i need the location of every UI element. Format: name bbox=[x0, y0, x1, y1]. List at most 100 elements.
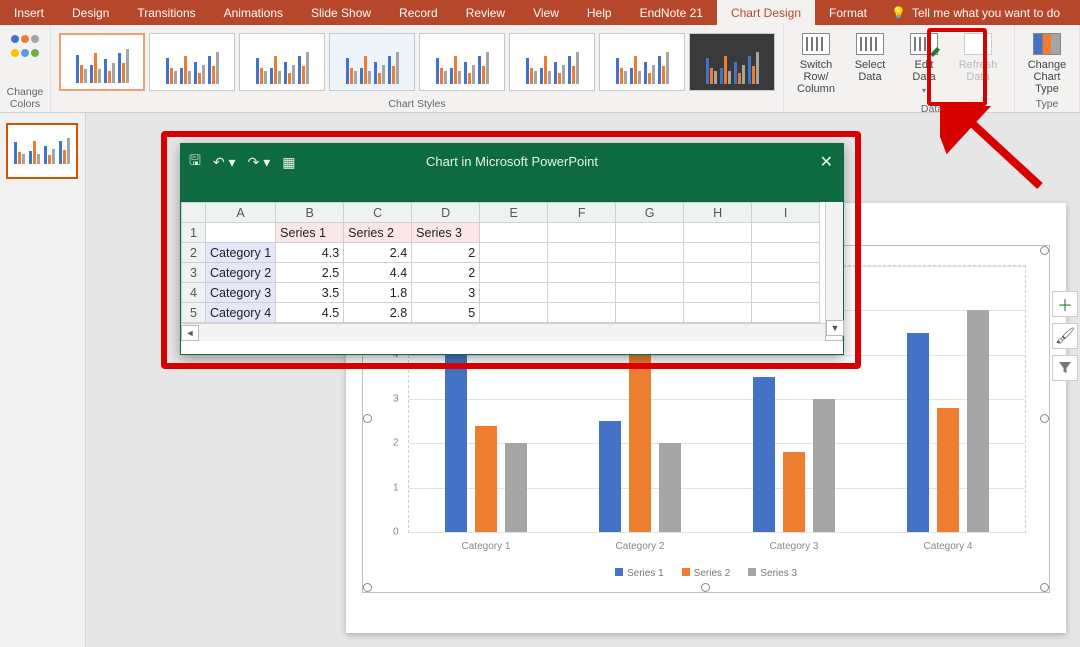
bar[interactable] bbox=[659, 443, 681, 532]
chart-style-7[interactable] bbox=[599, 33, 685, 91]
resize-handle[interactable] bbox=[1040, 246, 1049, 255]
cell-B5[interactable]: 4.5 bbox=[276, 303, 344, 323]
chart-style-5[interactable] bbox=[419, 33, 505, 91]
chart-legend[interactable]: Series 1 Series 2 Series 3 bbox=[368, 568, 1044, 579]
bar[interactable] bbox=[475, 426, 497, 532]
row-4[interactable]: 4 Category 3 3.5 1.8 3 bbox=[182, 283, 820, 303]
cell-C5[interactable]: 2.8 bbox=[344, 303, 412, 323]
tab-chart-design[interactable]: Chart Design bbox=[717, 0, 815, 25]
resize-handle[interactable] bbox=[1040, 583, 1049, 592]
chart-style-2[interactable] bbox=[149, 33, 235, 91]
col-H[interactable]: H bbox=[684, 203, 752, 223]
scroll-left-icon[interactable]: ◄ bbox=[181, 325, 199, 341]
tab-animations[interactable]: Animations bbox=[210, 0, 297, 25]
tell-me-search[interactable]: Tell me what you want to do bbox=[912, 6, 1060, 20]
cell-B3[interactable]: 2.5 bbox=[276, 263, 344, 283]
select-all-corner[interactable] bbox=[182, 203, 206, 223]
cell-D3[interactable]: 2 bbox=[412, 263, 480, 283]
tab-insert[interactable]: Insert bbox=[0, 0, 58, 25]
tab-record[interactable]: Record bbox=[385, 0, 452, 25]
chart-style-4[interactable] bbox=[329, 33, 415, 91]
legend-item[interactable]: Series 3 bbox=[748, 568, 797, 579]
col-G[interactable]: G bbox=[616, 203, 684, 223]
bar[interactable] bbox=[783, 452, 805, 532]
tab-slideshow[interactable]: Slide Show bbox=[297, 0, 385, 25]
change-colors-button[interactable]: Change Colors bbox=[0, 25, 51, 112]
cell-A2[interactable]: Category 1 bbox=[206, 243, 276, 263]
chart-styles-gallery[interactable] bbox=[57, 29, 777, 95]
resize-handle[interactable] bbox=[1040, 414, 1049, 423]
cell-B4[interactable]: 3.5 bbox=[276, 283, 344, 303]
cell-A1[interactable] bbox=[206, 223, 276, 243]
cell-B1[interactable]: Series 1 bbox=[276, 223, 344, 243]
cell-D4[interactable]: 3 bbox=[412, 283, 480, 303]
col-A[interactable]: A bbox=[206, 203, 276, 223]
col-B[interactable]: B bbox=[276, 203, 344, 223]
cell-C4[interactable]: 1.8 bbox=[344, 283, 412, 303]
tab-help[interactable]: Help bbox=[573, 0, 626, 25]
horizontal-scrollbar[interactable]: ◄ ► bbox=[181, 323, 843, 341]
bar[interactable] bbox=[907, 333, 929, 533]
col-E[interactable]: E bbox=[480, 203, 548, 223]
column-headers[interactable]: A B C D E F G H I bbox=[182, 203, 820, 223]
tab-view[interactable]: View bbox=[519, 0, 573, 25]
chart-style-1[interactable] bbox=[59, 33, 145, 91]
scroll-down-icon[interactable]: ▼ bbox=[826, 320, 844, 336]
row-5[interactable]: 5 Category 4 4.5 2.8 5 bbox=[182, 303, 820, 323]
tab-format[interactable]: Format bbox=[815, 0, 881, 25]
select-data-button[interactable]: Select Data bbox=[844, 29, 896, 83]
chart-filters-button[interactable] bbox=[1052, 355, 1078, 381]
bar[interactable] bbox=[937, 408, 959, 532]
bar[interactable] bbox=[813, 399, 835, 532]
chart-data-titlebar[interactable]: 🖫 ↶ ▾ ↷ ▾ ▦ Chart in Microsoft PowerPoin… bbox=[181, 144, 843, 202]
cell-B2[interactable]: 4.3 bbox=[276, 243, 344, 263]
col-D[interactable]: D bbox=[412, 203, 480, 223]
resize-handle[interactable] bbox=[363, 583, 372, 592]
cell-A4[interactable]: Category 3 bbox=[206, 283, 276, 303]
vertical-scrollbar[interactable]: ▼ bbox=[825, 202, 843, 336]
chart-style-3[interactable] bbox=[239, 33, 325, 91]
row-3[interactable]: 3 Category 2 2.5 4.4 2 bbox=[182, 263, 820, 283]
cell-C3[interactable]: 4.4 bbox=[344, 263, 412, 283]
slide-editor[interactable]: 🖫 ↶ ▾ ↷ ▾ ▦ Chart in Microsoft PowerPoin… bbox=[86, 113, 1080, 647]
tab-transitions[interactable]: Transitions bbox=[123, 0, 209, 25]
tab-review[interactable]: Review bbox=[452, 0, 519, 25]
switch-row-column-button[interactable]: Switch Row/ Column bbox=[790, 29, 842, 95]
change-chart-type-button[interactable]: Change Chart Type bbox=[1021, 29, 1073, 95]
resize-handle[interactable] bbox=[701, 583, 710, 592]
slide-thumbnail-1[interactable] bbox=[6, 123, 78, 179]
bar[interactable] bbox=[505, 443, 527, 532]
bar[interactable] bbox=[967, 310, 989, 532]
legend-item[interactable]: Series 2 bbox=[682, 568, 731, 579]
close-icon[interactable]: ✕ bbox=[820, 152, 833, 172]
slide-thumbnails-pane[interactable] bbox=[0, 113, 86, 647]
col-F[interactable]: F bbox=[548, 203, 616, 223]
cell-A3[interactable]: Category 2 bbox=[206, 263, 276, 283]
legend-item[interactable]: Series 1 bbox=[615, 568, 664, 579]
chart-style-6[interactable] bbox=[509, 33, 595, 91]
cell-A5[interactable]: Category 4 bbox=[206, 303, 276, 323]
tab-endnote[interactable]: EndNote 21 bbox=[626, 0, 717, 25]
bar[interactable] bbox=[753, 377, 775, 532]
cell-D2[interactable]: 2 bbox=[412, 243, 480, 263]
col-C[interactable]: C bbox=[344, 203, 412, 223]
chart-styles-button[interactable]: 🖌 bbox=[1052, 323, 1078, 349]
bar[interactable] bbox=[599, 421, 621, 532]
cell-D1[interactable]: Series 3 bbox=[412, 223, 480, 243]
data-grid[interactable]: A B C D E F G H I 1 bbox=[181, 202, 843, 323]
cell-C2[interactable]: 2.4 bbox=[344, 243, 412, 263]
chart-data-window[interactable]: 🖫 ↶ ▾ ↷ ▾ ▦ Chart in Microsoft PowerPoin… bbox=[180, 143, 844, 355]
chart-styles-group: Chart Styles bbox=[51, 25, 784, 112]
chart-style-8[interactable] bbox=[689, 33, 775, 91]
edit-data-button[interactable]: Edit Data ▾ bbox=[898, 29, 950, 96]
bar[interactable] bbox=[445, 341, 467, 532]
bar[interactable] bbox=[629, 337, 651, 532]
col-I[interactable]: I bbox=[752, 203, 820, 223]
row-1[interactable]: 1 Series 1 Series 2 Series 3 bbox=[182, 223, 820, 243]
cell-C1[interactable]: Series 2 bbox=[344, 223, 412, 243]
row-2[interactable]: 2 Category 1 4.3 2.4 2 bbox=[182, 243, 820, 263]
chart-elements-button[interactable]: ＋ bbox=[1052, 291, 1078, 317]
tab-design[interactable]: Design bbox=[58, 0, 123, 25]
resize-handle[interactable] bbox=[363, 414, 372, 423]
cell-D5[interactable]: 5 bbox=[412, 303, 480, 323]
